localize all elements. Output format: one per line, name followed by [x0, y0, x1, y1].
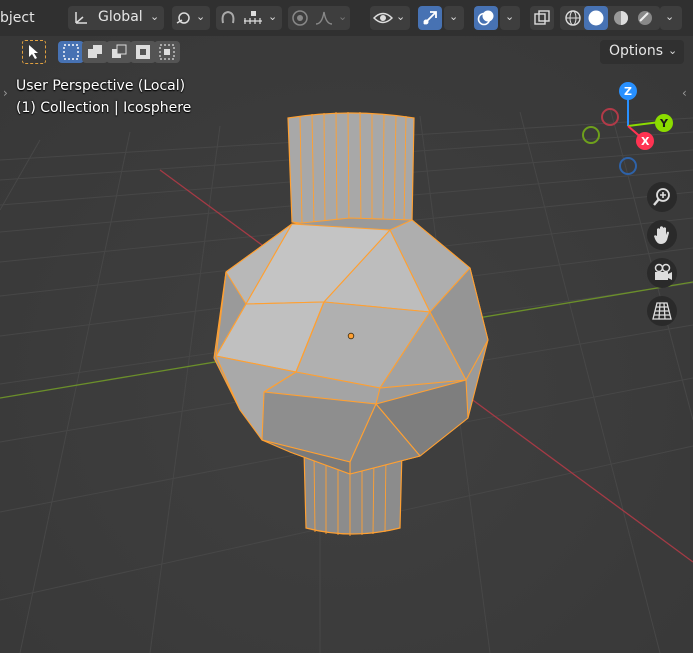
zoom-button[interactable]	[647, 182, 677, 212]
select-tool-button[interactable]	[22, 40, 46, 64]
object-origin-dot	[347, 332, 355, 340]
sidebar-expand-arrow-icon[interactable]: ‹	[682, 86, 687, 100]
falloff-curve-icon	[315, 11, 333, 25]
transform-orientation-label: Global	[98, 9, 143, 25]
xray-toggle[interactable]	[530, 6, 554, 30]
pivot-link-icon	[176, 12, 190, 24]
material-preview-icon[interactable]	[612, 9, 630, 27]
chevron-down-icon: ⌄	[268, 10, 278, 23]
select-mode-intersect-button[interactable]	[154, 41, 180, 63]
chevron-down-icon: ⌄	[665, 10, 675, 23]
show-gizmo-toggle[interactable]	[418, 6, 442, 30]
gizmo-x-label: X	[641, 135, 650, 148]
select-mode-invert-button[interactable]	[130, 41, 156, 63]
select-new-icon	[63, 44, 79, 60]
chevron-down-icon: ⌄	[196, 10, 206, 23]
toolbar-expand-arrow-icon[interactable]: ›	[3, 86, 8, 100]
transform-orientation-dropdown[interactable]: Global ⌄	[68, 6, 164, 30]
chevron-down-icon: ⌄	[449, 10, 459, 23]
select-extend-icon	[88, 45, 102, 58]
proportional-edit-icon	[292, 10, 308, 26]
camera-view-icon	[654, 263, 672, 280]
solid-shading-button[interactable]	[584, 6, 608, 30]
snap-increment-icon	[244, 11, 262, 24]
gizmo-arrow-icon	[423, 11, 437, 25]
eye-icon	[373, 12, 393, 24]
chevron-down-icon: ⌄	[338, 10, 348, 23]
overlays-icon	[477, 10, 494, 26]
select-mode-extend-button[interactable]	[82, 41, 108, 63]
3d-viewport[interactable]: Z Y X	[0, 0, 693, 653]
chevron-down-icon: ⌄	[396, 10, 406, 23]
camera-view-button[interactable]	[647, 258, 677, 288]
hand-pan-icon	[654, 226, 669, 244]
orientation-axes-icon	[75, 12, 87, 24]
proportional-editing-group[interactable]: ⌄	[288, 6, 350, 30]
pivot-point-dropdown[interactable]: ⌄	[172, 6, 210, 30]
show-overlays-toggle[interactable]	[474, 6, 498, 30]
snap-magnet-icon	[221, 10, 235, 24]
gizmo-y-label: Y	[659, 117, 669, 130]
zoom-icon	[653, 188, 670, 206]
gizmo-dropdown[interactable]: ⌄	[444, 6, 464, 30]
options-dropdown[interactable]: Options ⌄	[600, 40, 684, 64]
shading-dropdown[interactable]: ⌄	[660, 6, 682, 30]
chevron-down-icon: ⌄	[150, 10, 160, 23]
select-invert-icon	[136, 45, 150, 59]
overlays-dropdown[interactable]: ⌄	[500, 6, 520, 30]
viewport-header: bject Global ⌄ ⌄ ⌄ ⌄ ⌄ ⌄ ⌄ ⌄	[0, 0, 693, 36]
view-name-label: User Perspective (Local)	[16, 78, 186, 94]
object-info-label: (1) Collection | Icosphere	[16, 100, 192, 116]
options-label: Options	[609, 43, 664, 59]
snapping-group[interactable]: ⌄	[216, 6, 282, 30]
visibility-dropdown[interactable]: ⌄	[370, 6, 410, 30]
rendered-shading-icon[interactable]	[636, 9, 654, 27]
tool-settings-bar	[18, 38, 188, 66]
select-subtract-icon	[112, 44, 127, 58]
chevron-down-icon: ⌄	[668, 44, 678, 57]
pan-button[interactable]	[647, 220, 677, 250]
chevron-down-icon: ⌄	[505, 10, 515, 23]
wireframe-shading-icon[interactable]	[564, 9, 582, 27]
viewport-canvas[interactable]: Z Y X	[0, 0, 693, 653]
xray-icon	[534, 10, 550, 25]
gizmo-z-label: Z	[624, 85, 632, 98]
ortho-toggle-button[interactable]	[647, 296, 677, 326]
solid-shading-icon	[588, 10, 604, 26]
select-intersect-icon	[159, 44, 175, 60]
ortho-grid-icon	[652, 302, 672, 320]
select-mode-new-button[interactable]	[58, 41, 84, 63]
select-mode-subtract-button[interactable]	[106, 41, 132, 63]
object-mode-menu[interactable]: bject	[0, 10, 35, 26]
cursor-arrow-icon	[29, 45, 38, 59]
top-cylinder	[287, 111, 415, 229]
